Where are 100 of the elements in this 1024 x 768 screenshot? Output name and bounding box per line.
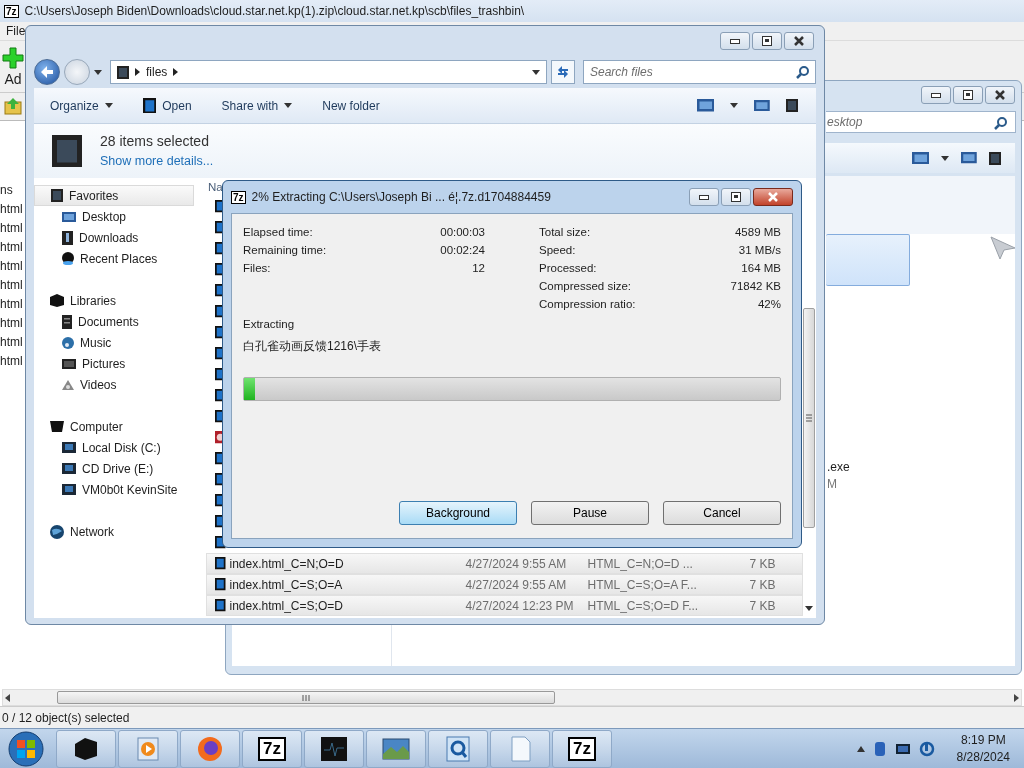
nav-item[interactable]: Recent Places [34, 248, 194, 269]
close-button[interactable] [753, 188, 793, 206]
file-row[interactable]: index.html_C=S;O=A 4/27/2024 9:55 AM HTML_C=S;O=A F... 7 KB [206, 574, 803, 595]
stat-value: 00:00:03 [440, 225, 485, 241]
nav-item[interactable]: Music [34, 332, 194, 353]
list-item[interactable]: html [0, 276, 23, 295]
maximize-button[interactable] [721, 188, 751, 206]
toolbar-button[interactable]: New folder [316, 93, 386, 118]
back-arrow-icon [41, 66, 53, 78]
scrollbar-thumb[interactable] [57, 691, 555, 704]
file-label: .exe [827, 459, 850, 476]
maximize-icon [762, 36, 772, 46]
preview-pane-icon[interactable] [961, 152, 977, 164]
document-icon [62, 314, 72, 329]
nav-item[interactable]: Local Disk (C:) [34, 437, 194, 458]
list-item[interactable]: html [0, 219, 23, 238]
minimize-button[interactable] [921, 86, 951, 104]
device-icon[interactable] [872, 740, 887, 757]
picture-icon [62, 358, 76, 369]
start-button[interactable] [6, 729, 46, 768]
operation-label: Extracting [243, 317, 296, 332]
list-item[interactable]: html [0, 333, 23, 352]
list-item[interactable]: html [0, 238, 23, 257]
taskbar-button[interactable]: 7z [242, 729, 302, 768]
stat-label: Compression ratio: [539, 297, 636, 313]
toolbar-button[interactable]: Share with [215, 93, 299, 118]
close-button[interactable] [985, 86, 1015, 104]
maximize-icon [731, 192, 741, 202]
chevron-icon [173, 68, 179, 76]
minimize-button[interactable] [689, 188, 719, 206]
view-icon[interactable] [911, 151, 930, 165]
film-icon [62, 379, 74, 390]
scrollbar-thumb[interactable] [803, 308, 815, 528]
file-icon [215, 578, 226, 591]
scroll-left-button[interactable] [3, 692, 13, 703]
search-field[interactable]: Search files [583, 60, 816, 84]
minimize-icon [931, 92, 941, 98]
refresh-button[interactable] [551, 60, 575, 84]
nav-item[interactable]: Favorites [34, 185, 194, 206]
drive-icon [62, 463, 76, 474]
nav-item[interactable]: CD Drive (E:) [34, 458, 194, 479]
details-link[interactable]: Show more details... [100, 152, 214, 171]
list-item[interactable]: html [0, 295, 23, 314]
selected-item-tile[interactable] [826, 234, 910, 286]
dialog-button[interactable]: Pause [531, 501, 649, 525]
nav-item[interactable]: Downloads [34, 227, 194, 248]
toolbar-button[interactable]: Open [136, 93, 198, 118]
plus-icon [2, 47, 24, 69]
taskbar-button[interactable]: 7z [552, 729, 612, 768]
list-item[interactable]: html [0, 200, 23, 219]
clock[interactable]: 8:19 PM 8/28/2024 [956, 731, 1010, 766]
nav-item[interactable]: Computer [34, 416, 194, 437]
selection-summary: 28 items selected [100, 132, 210, 152]
stat-value: 00:02:24 [440, 243, 485, 259]
toolbar-button[interactable]: Organize [44, 93, 119, 118]
computer-icon [50, 421, 64, 432]
network-icon[interactable] [894, 741, 911, 756]
caret-icon [104, 103, 113, 108]
music-icon [62, 336, 74, 349]
back-button[interactable] [34, 59, 60, 85]
address-bar[interactable]: files [110, 60, 547, 84]
dialog-button[interactable]: Cancel [663, 501, 781, 525]
file-icon [142, 97, 157, 114]
current-file-path: 白孔雀动画反馈1216\手表 [243, 338, 383, 356]
column-header[interactable]: Na [208, 178, 223, 196]
nav-item[interactable]: Videos [34, 374, 194, 395]
list-item[interactable]: html [0, 352, 23, 371]
maximize-button[interactable] [953, 86, 983, 104]
nav-item[interactable]: Network [34, 521, 194, 542]
nav-item[interactable]: Desktop [34, 206, 194, 227]
menu-item[interactable]: File [6, 22, 26, 40]
stat-value: 71842 KB [730, 279, 781, 295]
close-icon [794, 36, 804, 46]
caret-icon [941, 155, 950, 161]
nav-item[interactable]: Pictures [34, 353, 194, 374]
view-icon[interactable] [696, 99, 715, 112]
preview-pane-icon[interactable] [754, 99, 770, 112]
minimize-button[interactable] [720, 32, 750, 50]
scroll-right-button[interactable] [1011, 692, 1021, 703]
list-item[interactable]: ns [0, 181, 13, 200]
scroll-down-button[interactable] [805, 606, 813, 612]
list-item[interactable]: html [0, 314, 23, 333]
add-button[interactable]: Ad [2, 47, 24, 90]
nav-item[interactable]: VM0b0t KevinSite [34, 479, 194, 500]
file-row[interactable]: index.html_C=N;O=D 4/27/2024 9:55 AM HTML_C=N;O=D ... 7 KB [206, 553, 803, 574]
file-row[interactable]: index.html_C=S;O=D 4/27/2024 12:23 PM HTML_C=S;O=D F... 7 KB [206, 595, 803, 616]
horizontal-scrollbar[interactable] [2, 689, 1022, 706]
search-icon [994, 116, 1008, 130]
show-hidden-icons-button[interactable] [856, 745, 865, 752]
orb-icon [62, 252, 74, 265]
stat-label: Files: [243, 261, 271, 277]
search-field[interactable]: esktop [826, 111, 1016, 133]
dialog-button[interactable]: Background [399, 501, 517, 525]
search-icon [796, 65, 810, 79]
magnifier-window-icon[interactable] [443, 733, 473, 764]
nav-item[interactable]: Libraries [34, 290, 194, 311]
maximize-button[interactable] [752, 32, 782, 50]
nav-item[interactable]: Documents [34, 311, 194, 332]
list-item[interactable]: html [0, 257, 23, 276]
close-button[interactable] [784, 32, 814, 50]
